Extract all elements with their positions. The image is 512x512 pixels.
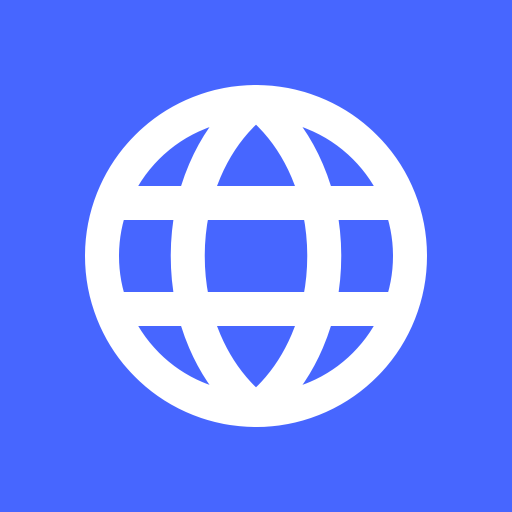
icon-background <box>0 0 512 512</box>
globe-icon <box>0 0 512 512</box>
app-icon <box>0 0 512 512</box>
